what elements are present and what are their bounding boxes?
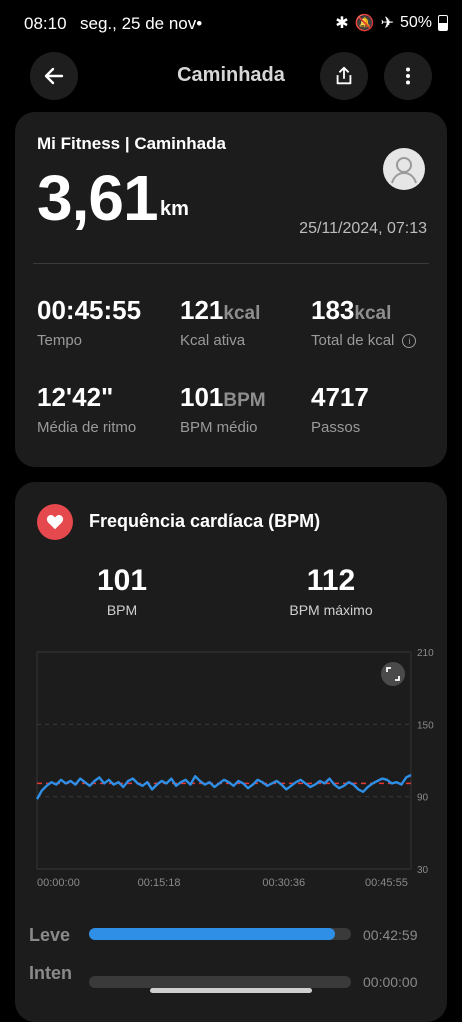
user-icon	[391, 157, 417, 184]
avatar[interactable]	[383, 148, 425, 190]
workout-summary-card: Mi Fitness | Caminhada 3,61 km 25/11/202…	[15, 112, 447, 467]
stat-label: Kcal ativa	[180, 332, 246, 349]
chart-frame	[36, 651, 412, 870]
battery-icon	[438, 15, 448, 31]
status-bar: 08:10 seg., 25 de nov• ✱ 🔕 ✈ 50%	[0, 0, 462, 46]
stat-steps: 4717 Passos	[311, 382, 369, 436]
x-tick-label: 00:00:00	[37, 877, 80, 889]
stat-active-kcal: 121kcal Kcal ativa	[180, 295, 260, 349]
share-button[interactable]	[320, 52, 368, 100]
stat-value: 00:45:55	[37, 295, 142, 325]
avg-bpm-label: BPM	[106, 602, 138, 618]
heart-rate-series-line	[35, 773, 412, 800]
stat-label: BPM médio	[180, 419, 258, 436]
chart-grid	[36, 651, 412, 870]
stat-value: 183	[311, 295, 355, 325]
avg-bpm-value: 101	[96, 564, 148, 597]
heart-rate-chart: 210 150 90 30 00:00:00 00:15:18 00:30:36 00:45…	[35, 648, 434, 889]
stat-value: 12'42"	[37, 382, 114, 412]
stat-avg-bpm: 101BPM BPM médio	[180, 382, 266, 436]
x-tick-label: 00:30:36	[262, 877, 305, 889]
zone-label: Inten	[29, 963, 72, 983]
info-icon[interactable]: i	[402, 333, 417, 348]
y-tick-label: 30	[417, 865, 429, 876]
zone-bar-track	[89, 976, 351, 988]
max-bpm-label: BPM máximo	[289, 602, 373, 618]
stat-unit: kcal	[354, 303, 392, 324]
stat-avg-pace: 12'42" Média de ritmo	[37, 382, 136, 436]
workout-source-label: Mi Fitness | Caminhada	[37, 134, 226, 153]
y-axis-ticks: 210 150 90 30	[417, 648, 434, 876]
stat-unit: kcal	[223, 303, 261, 324]
stat-label: Média de ritmo	[37, 419, 137, 436]
stat-value: 101	[180, 382, 224, 412]
y-tick-label: 210	[417, 648, 434, 659]
battery-percent: 50%	[399, 14, 432, 31]
heart-rate-card: Frequência cardíaca (BPM) 101 BPM 112 BP…	[15, 482, 447, 1022]
distance-value: 3,61	[37, 162, 159, 234]
stat-label: Total de kcal	[311, 332, 395, 349]
more-options-button[interactable]	[384, 52, 432, 100]
share-icon	[336, 66, 352, 85]
stat-value: 121	[180, 295, 224, 325]
airplane-icon: ✈	[380, 15, 394, 32]
zone-label: Leve	[29, 925, 71, 945]
stat-time: 00:45:55 Tempo	[37, 295, 141, 349]
zone-bar-track	[89, 928, 351, 940]
y-tick-label: 90	[417, 793, 429, 804]
stat-value: 4717	[311, 382, 369, 412]
zone-time: 00:00:00	[363, 974, 418, 990]
app-header: Caminhada	[0, 46, 462, 108]
more-vertical-icon	[406, 67, 410, 85]
divider	[33, 263, 429, 264]
status-icons: ✱ 🔕 ✈ 50%	[335, 13, 448, 33]
max-bpm-value: 112	[306, 564, 356, 597]
workout-datetime: 25/11/2024, 07:13	[299, 220, 427, 237]
stat-unit: BPM	[223, 390, 266, 411]
x-tick-label: 00:15:18	[138, 877, 181, 889]
x-tick-label: 00:45:55	[365, 877, 408, 889]
zone-time: 00:42:59	[363, 927, 418, 943]
stat-label: Tempo	[37, 332, 83, 349]
stat-label: Passos	[311, 419, 361, 436]
heart-rate-title: Frequência cardíaca (BPM)	[89, 511, 321, 531]
zone-bar-fill	[89, 928, 336, 940]
avg-bpm-stat: 101 BPM	[52, 564, 192, 618]
home-indicator[interactable]	[150, 988, 312, 993]
heart-icon	[46, 515, 64, 530]
max-bpm-stat: 112 BPM máximo	[261, 564, 401, 618]
stat-total-kcal: 183kcal Total de kcal i	[311, 295, 417, 349]
status-time: 08:10	[24, 14, 67, 33]
distance-unit: km	[160, 198, 189, 220]
x-axis-ticks: 00:00:00 00:15:18 00:30:36 00:45:55	[37, 877, 408, 889]
bluetooth-icon: ✱	[335, 15, 349, 32]
heart-badge	[37, 504, 73, 540]
mute-icon: 🔕	[354, 15, 375, 32]
status-date: seg., 25 de nov•	[80, 14, 203, 33]
y-tick-label: 150	[417, 720, 434, 731]
expand-chart-button[interactable]	[381, 662, 405, 686]
